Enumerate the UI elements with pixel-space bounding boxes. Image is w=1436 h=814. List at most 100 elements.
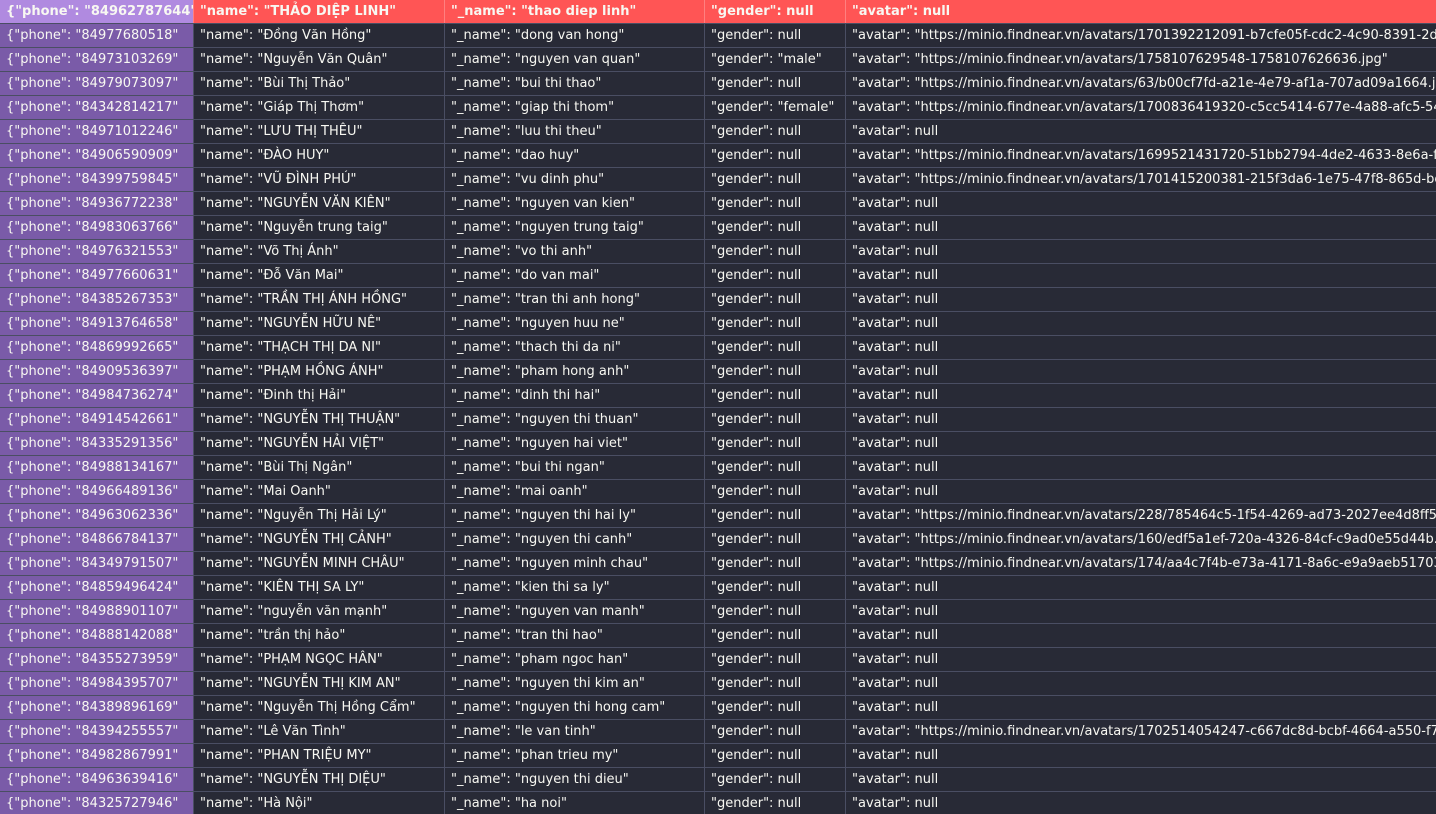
cell-avatar[interactable]: "avatar": null bbox=[846, 696, 1436, 719]
cell-gender[interactable]: "gender": null bbox=[705, 672, 846, 695]
table-row[interactable]: {"phone": "84906590909" "name": "ĐÀO HUY"… bbox=[0, 144, 1436, 168]
cell-name[interactable]: "name": "TRẦN THỊ ÁNH HỒNG" bbox=[194, 288, 445, 311]
cell-normalized-name[interactable]: "_name": "le van tinh" bbox=[445, 720, 705, 743]
cell-phone[interactable]: {"phone": "84869992665" bbox=[0, 336, 194, 359]
cell-avatar[interactable]: "avatar": null bbox=[846, 456, 1436, 479]
cell-normalized-name[interactable]: "_name": "nguyen van kien" bbox=[445, 192, 705, 215]
cell-name[interactable]: "name": "Võ Thị Ánh" bbox=[194, 240, 445, 263]
cell-phone[interactable]: {"phone": "84988134167" bbox=[0, 456, 194, 479]
cell-name[interactable]: "name": "PHẠM HỒNG ÁNH" bbox=[194, 360, 445, 383]
cell-name[interactable]: "name": "Bùi Thị Thảo" bbox=[194, 72, 445, 95]
cell-normalized-name[interactable]: "_name": "nguyen thi thuan" bbox=[445, 408, 705, 431]
cell-avatar[interactable]: "avatar": "https://minio.findnear.vn/ava… bbox=[846, 72, 1436, 95]
cell-avatar[interactable]: "avatar": null bbox=[846, 360, 1436, 383]
cell-gender[interactable]: "gender": null bbox=[705, 600, 846, 623]
table-row[interactable]: {"phone": "84399759845" "name": "VŨ ĐÌNH … bbox=[0, 168, 1436, 192]
cell-normalized-name[interactable]: "_name": "pham hong anh" bbox=[445, 360, 705, 383]
cell-phone[interactable]: {"phone": "84355273959" bbox=[0, 648, 194, 671]
cell-gender[interactable]: "gender": null bbox=[705, 528, 846, 551]
cell-gender[interactable]: "gender": null bbox=[705, 552, 846, 575]
cell-gender[interactable]: "gender": null bbox=[705, 72, 846, 95]
cell-gender[interactable]: "gender": null bbox=[705, 624, 846, 647]
cell-gender[interactable]: "gender": null bbox=[705, 240, 846, 263]
cell-gender[interactable]: "gender": null bbox=[705, 192, 846, 215]
cell-avatar[interactable]: "avatar": null bbox=[846, 672, 1436, 695]
cell-gender[interactable]: "gender": null bbox=[705, 576, 846, 599]
cell-avatar[interactable]: "avatar": "https://minio.findnear.vn/ava… bbox=[846, 24, 1436, 47]
table-row[interactable]: {"phone": "84966489136" "name": "Mai Oanh… bbox=[0, 480, 1436, 504]
cell-name[interactable]: "name": "KIÊN THỊ SA LY" bbox=[194, 576, 445, 599]
cell-gender[interactable]: "gender": null bbox=[705, 24, 846, 47]
cell-normalized-name[interactable]: "_name": "pham ngoc han" bbox=[445, 648, 705, 671]
table-row[interactable]: {"phone": "84909536397" "name": "PHẠM HỒN… bbox=[0, 360, 1436, 384]
cell-phone[interactable]: {"phone": "84983063766" bbox=[0, 216, 194, 239]
table-row[interactable]: {"phone": "84349791507" "name": "NGUYỄN M… bbox=[0, 552, 1436, 576]
cell-name[interactable]: "name": "Nguyễn Thị Hồng Cẩm" bbox=[194, 696, 445, 719]
cell-name[interactable]: "name": "Mai Oanh" bbox=[194, 480, 445, 503]
cell-phone[interactable]: {"phone": "84936772238" bbox=[0, 192, 194, 215]
cell-avatar[interactable]: "avatar": "https://minio.findnear.vn/ava… bbox=[846, 144, 1436, 167]
table-row[interactable]: {"phone": "84973103269" "name": "Nguyễn V… bbox=[0, 48, 1436, 72]
cell-avatar[interactable]: "avatar": "https://minio.findnear.vn/ava… bbox=[846, 48, 1436, 71]
cell-normalized-name[interactable]: "_name": "kien thi sa ly" bbox=[445, 576, 705, 599]
cell-gender[interactable]: "gender": null bbox=[705, 648, 846, 671]
cell-normalized-name[interactable]: "_name": "bui thi thao" bbox=[445, 72, 705, 95]
cell-normalized-name[interactable]: "_name": "nguyen thi hai ly" bbox=[445, 504, 705, 527]
cell-normalized-name[interactable]: "_name": "thach thi da ni" bbox=[445, 336, 705, 359]
cell-name[interactable]: "name": "Đinh thị Hải" bbox=[194, 384, 445, 407]
cell-avatar[interactable]: "avatar": null bbox=[846, 408, 1436, 431]
table-row[interactable]: {"phone": "84335291356" "name": "NGUYỄN H… bbox=[0, 432, 1436, 456]
cell-gender[interactable]: "gender": null bbox=[705, 336, 846, 359]
cell-phone[interactable]: {"phone": "84979073097" bbox=[0, 72, 194, 95]
cell-name[interactable]: "name": "Giáp Thị Thơm" bbox=[194, 96, 445, 119]
cell-phone[interactable]: {"phone": "84385267353" bbox=[0, 288, 194, 311]
cell-name[interactable]: "name": "NGUYỄN HỮU NÊ" bbox=[194, 312, 445, 335]
table-row[interactable]: {"phone": "84914542661" "name": "NGUYỄN T… bbox=[0, 408, 1436, 432]
cell-avatar[interactable]: "avatar": null bbox=[846, 600, 1436, 623]
cell-normalized-name[interactable]: "_name": "nguyen minh chau" bbox=[445, 552, 705, 575]
cell-normalized-name[interactable]: "_name": "do van mai" bbox=[445, 264, 705, 287]
cell-normalized-name[interactable]: "_name": "dao huy" bbox=[445, 144, 705, 167]
table-row[interactable]: {"phone": "84385267353" "name": "TRẦN THỊ… bbox=[0, 288, 1436, 312]
cell-gender[interactable]: "gender": "male" bbox=[705, 48, 846, 71]
cell-avatar[interactable]: "avatar": null bbox=[846, 288, 1436, 311]
cell-phone[interactable]: {"phone": "84349791507" bbox=[0, 552, 194, 575]
table-row[interactable]: {"phone": "84888142088" "name": "trần thị… bbox=[0, 624, 1436, 648]
cell-gender[interactable]: "gender": null bbox=[705, 120, 846, 143]
cell-name[interactable]: "name": "THẠCH THỊ DA NI" bbox=[194, 336, 445, 359]
cell-phone[interactable]: {"phone": "84866784137" bbox=[0, 528, 194, 551]
table-row[interactable]: {"phone": "84983063766" "name": "Nguyễn t… bbox=[0, 216, 1436, 240]
cell-phone[interactable]: {"phone": "84913764658" bbox=[0, 312, 194, 335]
cell-phone[interactable]: {"phone": "84914542661" bbox=[0, 408, 194, 431]
table-row[interactable]: {"phone": "84389896169" "name": "Nguyễn T… bbox=[0, 696, 1436, 720]
cell-name[interactable]: "name": "trần thị hảo" bbox=[194, 624, 445, 647]
table-row[interactable]: {"phone": "84984736274" "name": "Đinh thị… bbox=[0, 384, 1436, 408]
cell-normalized-name[interactable]: "_name": "nguyen huu ne" bbox=[445, 312, 705, 335]
cell-phone[interactable]: {"phone": "84906590909" bbox=[0, 144, 194, 167]
cell-normalized-name[interactable]: "_name": "nguyen thi kim an" bbox=[445, 672, 705, 695]
cell-avatar[interactable]: "avatar": null bbox=[846, 264, 1436, 287]
cell-avatar[interactable]: "avatar": "https://minio.findnear.vn/ava… bbox=[846, 720, 1436, 743]
table-row[interactable]: {"phone": "84342814217" "name": "Giáp Thị… bbox=[0, 96, 1436, 120]
cell-normalized-name[interactable]: "_name": "phan trieu my" bbox=[445, 744, 705, 767]
cell-phone[interactable]: {"phone": "84909536397" bbox=[0, 360, 194, 383]
cell-normalized-name[interactable]: "_name": "ha noi" bbox=[445, 792, 705, 814]
cell-avatar[interactable]: "avatar": null bbox=[846, 0, 1436, 23]
cell-avatar[interactable]: "avatar": null bbox=[846, 240, 1436, 263]
cell-avatar[interactable]: "avatar": null bbox=[846, 432, 1436, 455]
cell-avatar[interactable]: "avatar": null bbox=[846, 384, 1436, 407]
cell-phone[interactable]: {"phone": "84984395707" bbox=[0, 672, 194, 695]
cell-phone[interactable]: {"phone": "84399759845" bbox=[0, 168, 194, 191]
cell-gender[interactable]: "gender": null bbox=[705, 384, 846, 407]
cell-phone[interactable]: {"phone": "84977660631" bbox=[0, 264, 194, 287]
cell-avatar[interactable]: "avatar": "https://minio.findnear.vn/ava… bbox=[846, 552, 1436, 575]
cell-phone[interactable]: {"phone": "84962787644" bbox=[0, 0, 194, 23]
cell-avatar[interactable]: "avatar": null bbox=[846, 648, 1436, 671]
cell-name[interactable]: "name": "PHẠM NGỌC HÂN" bbox=[194, 648, 445, 671]
table-row-selected[interactable]: {"phone": "84962787644" "name": "THẢO DI… bbox=[0, 0, 1436, 24]
cell-name[interactable]: "name": "LƯU THỊ THÊU" bbox=[194, 120, 445, 143]
cell-phone[interactable]: {"phone": "84988901107" bbox=[0, 600, 194, 623]
cell-normalized-name[interactable]: "_name": "tran thi anh hong" bbox=[445, 288, 705, 311]
cell-avatar[interactable]: "avatar": "https://minio.findnear.vn/ava… bbox=[846, 168, 1436, 191]
cell-avatar[interactable]: "avatar": null bbox=[846, 768, 1436, 791]
